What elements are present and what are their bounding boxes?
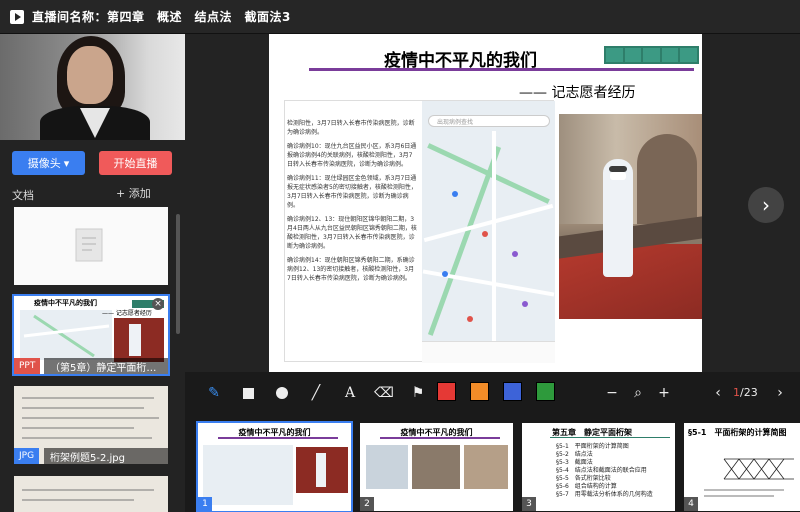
- slide-thumbnail[interactable]: 第五章 静定平面桁架 §5-1 平面桁架的计算简图 §5-2 结点法 §5-3 …: [522, 423, 675, 511]
- case-paragraph: 确诊病例14：现住朝阳区锦秀朝阳二期，系确诊病例12、13的密切接触者，核酸检测…: [287, 257, 415, 282]
- doc-caption: （第5章）静定平面桁…: [44, 358, 168, 374]
- case-paragraph: 检测阳性，3月7日转入长春市传染病医院，诊断为确诊病例。: [287, 120, 415, 136]
- pen-icon[interactable]: ✎: [201, 380, 227, 406]
- case-text: 检测阳性，3月7日转入长春市传染病医院，诊断为确诊病例。 确诊病例10：现住九台…: [285, 101, 420, 363]
- close-icon[interactable]: ×: [152, 298, 164, 310]
- case-paragraph: 确诊病例10：现住九台区益民小区，系3月6日通报确诊病例4的关联病例，核酸检测阳…: [287, 143, 417, 168]
- map-tab-bar: [422, 341, 555, 363]
- truss-diagram: [704, 458, 794, 497]
- slide-nav-decor: [604, 46, 699, 64]
- case-paragraph: 确诊病例12、13：现住朝阳区锦华朝阳二期，3月4日两人从九台区益民朝阳区锦秀朝…: [287, 216, 417, 250]
- doc-type-tag: PPT: [14, 358, 41, 374]
- left-panel: 摄像头 ▾ 开始直播 文档 + 添加 疫情中不平凡的我们 —— 记志愿者经历 P…: [0, 34, 185, 512]
- color-swatch-blue[interactable]: [503, 382, 522, 401]
- ppt-preview-subtitle: —— 记志愿者经历: [102, 310, 152, 317]
- zoom-out-button[interactable]: −: [599, 380, 625, 406]
- ppt-preview-title: 疫情中不平凡的我们: [34, 299, 97, 307]
- doc-item-ppt[interactable]: 疫情中不平凡的我们 —— 记志愿者经历 PPT （第5章）静定平面桁… ×: [12, 294, 170, 376]
- clear-brush-icon[interactable]: ⚑: [405, 380, 431, 406]
- rectangle-icon[interactable]: [235, 380, 261, 406]
- window-title: 直播间名称：第四章 概述 结点法 截面法3: [32, 10, 291, 24]
- doc-item-jpg[interactable]: JPG 桁架例题5-2.jpg: [14, 386, 168, 464]
- text-icon[interactable]: A: [337, 380, 363, 406]
- case-paragraph: 确诊病例11：现住绿园区金色领域，系3月7日通报无症状感染者5的密切接触者，核酸…: [287, 175, 417, 209]
- slide-thumbnails: 疫情中不平凡的我们 1 疫情中不平凡的我们 2 第五章 静定平面桁架 §5-1 …: [185, 416, 800, 512]
- doc-list-scrollbar[interactable]: [176, 214, 180, 334]
- line-icon[interactable]: ╱: [303, 380, 329, 406]
- next-slide-button[interactable]: ›: [748, 187, 784, 223]
- document-placeholder-icon: [14, 207, 168, 285]
- doc-type-tag: JPG: [14, 448, 40, 464]
- doc-list: 疫情中不平凡的我们 —— 记志愿者经历 PPT （第5章）静定平面桁… × JP…: [0, 204, 185, 512]
- search-icon[interactable]: ⌕: [625, 380, 651, 406]
- doc-item-blank[interactable]: [14, 207, 168, 285]
- start-live-button[interactable]: 开始直播: [99, 151, 172, 175]
- add-doc-button[interactable]: + 添加: [116, 185, 151, 201]
- zoom-in-button[interactable]: +: [651, 380, 677, 406]
- color-swatch-orange[interactable]: [470, 382, 489, 401]
- doc-item-more[interactable]: [14, 476, 168, 512]
- docs-label: 文档: [12, 189, 34, 202]
- map-view: 出现病例查找: [422, 101, 555, 363]
- doc-caption: 桁架例题5-2.jpg: [44, 448, 168, 464]
- current-slide: 疫情中不平凡的我们 —— 记志愿者经历 检测阳性，3月7日转入长春市传染病医院，…: [269, 34, 702, 372]
- color-swatch-green[interactable]: [536, 382, 555, 401]
- map-search-input[interactable]: 出现病例查找: [428, 115, 550, 127]
- slide-title-underline: [309, 68, 694, 71]
- eraser-icon[interactable]: ⌫: [371, 380, 397, 406]
- next-page-icon[interactable]: ›: [767, 380, 793, 406]
- camera-button[interactable]: 摄像头 ▾: [12, 151, 85, 175]
- volunteer-photo: [559, 114, 702, 319]
- slide-subtitle: —— 记志愿者经历: [519, 85, 636, 101]
- circle-icon[interactable]: [269, 380, 295, 406]
- app-logo-icon: [10, 9, 24, 24]
- slide-stage: 疫情中不平凡的我们 —— 记志愿者经历 检测阳性，3月7日转入长春市传染病医院，…: [185, 34, 800, 372]
- title-bar: 直播间名称：第四章 概述 结点法 截面法3: [0, 0, 800, 34]
- prev-page-icon[interactable]: ‹: [705, 380, 731, 406]
- color-swatch-red[interactable]: [437, 382, 456, 401]
- slide-thumbnail[interactable]: 疫情中不平凡的我们 1: [196, 421, 353, 512]
- phone-screenshot: 检测阳性，3月7日转入长春市传染病医院，诊断为确诊病例。 确诊病例10：现住九台…: [284, 100, 555, 363]
- camera-preview: [0, 34, 185, 140]
- slide-thumbnail[interactable]: 疫情中不平凡的我们 2: [360, 423, 513, 511]
- annotation-toolbar: ✎ ╱ A ⌫ ⚑ − ⌕ + ‹ 1/23 ›: [185, 372, 800, 416]
- page-indicator: 1/23: [733, 386, 758, 399]
- slide-thumbnail[interactable]: §5-1 平面桁架的计算简图 4: [684, 423, 800, 511]
